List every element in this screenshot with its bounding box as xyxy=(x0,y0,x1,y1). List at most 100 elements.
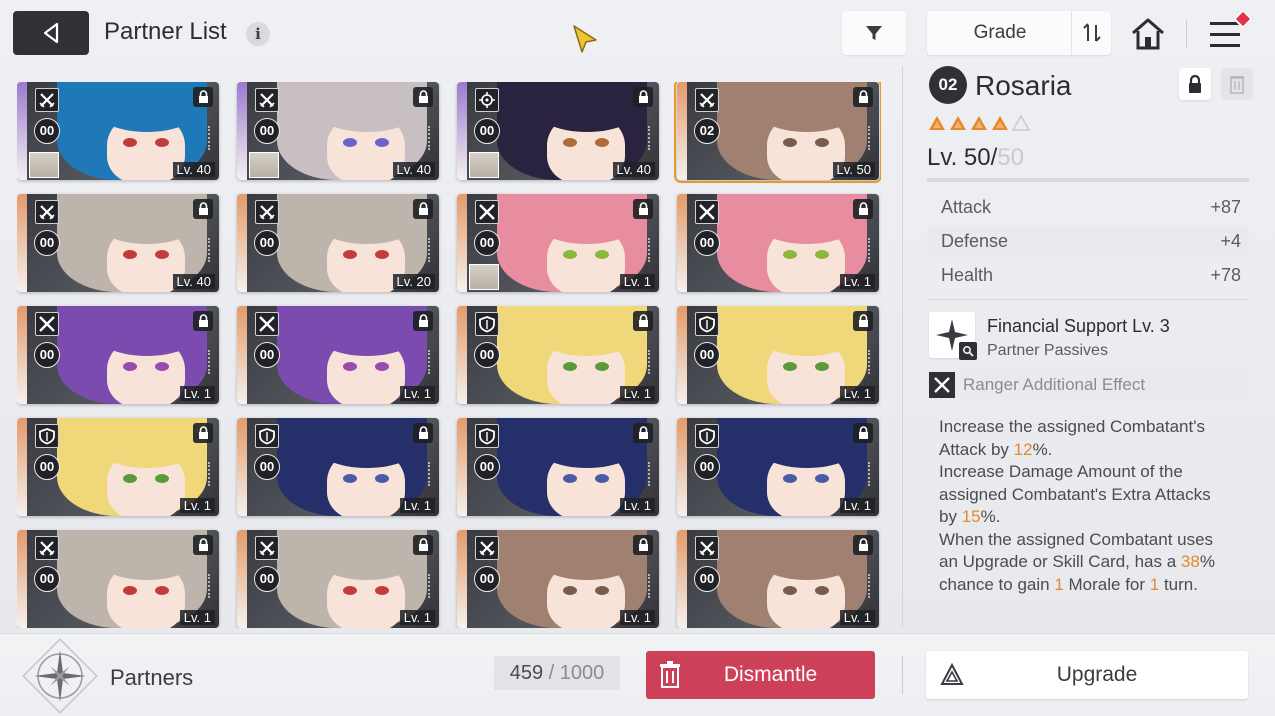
lock-icon[interactable] xyxy=(193,423,213,443)
menu-button[interactable] xyxy=(1206,9,1256,54)
lock-icon[interactable] xyxy=(633,535,653,555)
level-max: 50 xyxy=(997,144,1024,171)
level-label: Lv. 1 xyxy=(619,274,655,289)
effect-label: Ranger Additional Effect xyxy=(963,375,1146,394)
trash-icon xyxy=(1230,76,1244,94)
back-button[interactable] xyxy=(13,11,89,55)
dismantle-button[interactable]: Dismantle xyxy=(646,651,875,699)
lock-icon[interactable] xyxy=(633,199,653,219)
level-label: Lv. 40 xyxy=(172,162,215,177)
sort-button[interactable]: Grade xyxy=(927,11,1111,55)
partner-card[interactable]: 02 Lv. 50 xyxy=(674,82,881,183)
level-divider xyxy=(927,178,1249,182)
partner-card[interactable]: 00 Lv. 1 xyxy=(677,194,879,292)
lock-icon[interactable] xyxy=(193,87,213,107)
lock-icon[interactable] xyxy=(853,423,873,443)
lock-icon[interactable] xyxy=(633,87,653,107)
stats-divider xyxy=(927,299,1249,300)
partner-card[interactable]: 00 Lv. 1 xyxy=(17,418,219,516)
class-icon xyxy=(255,200,279,224)
home-icon xyxy=(1132,18,1164,50)
equipped-combatant-avatar xyxy=(469,264,499,290)
partner-card[interactable]: 00 Lv. 1 xyxy=(457,306,659,404)
level-label: Lv. 1 xyxy=(179,498,215,513)
partner-card[interactable]: 00 Lv. 1 xyxy=(237,418,439,516)
partner-card[interactable]: 00 Lv. 40 xyxy=(237,82,439,180)
star-filled-icon xyxy=(950,116,966,130)
level-current: Lv. 50/ xyxy=(927,144,998,171)
stat-row-attack: Attack +87 xyxy=(927,192,1249,222)
highlight-value: 1 xyxy=(1054,574,1064,594)
class-icon xyxy=(255,424,279,448)
lock-icon[interactable] xyxy=(413,311,433,331)
lock-icon[interactable] xyxy=(413,199,433,219)
level-label: Lv. 1 xyxy=(839,386,875,401)
desc-line: Increase the assigned Combatant's xyxy=(939,417,1205,436)
partner-card[interactable]: 00 Lv. 1 xyxy=(677,530,879,628)
level-label: Lv. 40 xyxy=(392,162,435,177)
partner-card[interactable]: 00 Lv. 1 xyxy=(457,530,659,628)
partner-card[interactable]: 00 Lv. 40 xyxy=(17,82,219,180)
partner-card[interactable]: 00 Lv. 1 xyxy=(457,194,659,292)
level-label: Lv. 1 xyxy=(399,498,435,513)
partner-card[interactable]: 00 Lv. 1 xyxy=(17,306,219,404)
partner-card[interactable]: 00 Lv. 1 xyxy=(237,530,439,628)
skill-zoom-icon[interactable] xyxy=(959,342,977,360)
level-label: Lv. 20 xyxy=(392,274,435,289)
enhance-badge: 00 xyxy=(694,342,720,368)
partner-card[interactable]: 00 Lv. 1 xyxy=(677,418,879,516)
lock-icon[interactable] xyxy=(633,311,653,331)
upgrade-button[interactable]: Upgrade xyxy=(926,651,1248,699)
info-icon[interactable]: i xyxy=(246,22,270,46)
skill-description: Increase the assigned Combatant's Attack… xyxy=(939,416,1251,596)
level-label: Lv. 1 xyxy=(619,386,655,401)
class-icon xyxy=(475,536,499,560)
equipped-combatant-avatar xyxy=(29,152,59,178)
partner-card[interactable]: 00 Lv. 1 xyxy=(237,306,439,404)
lock-icon[interactable] xyxy=(633,423,653,443)
star-filled-icon xyxy=(971,116,987,130)
stat-value: +78 xyxy=(1210,265,1241,285)
stat-value: +87 xyxy=(1210,197,1241,217)
highlight-value: 1 xyxy=(1149,574,1160,594)
lock-icon[interactable] xyxy=(413,535,433,555)
partner-card[interactable]: 00 Lv. 1 xyxy=(457,418,659,516)
lock-icon xyxy=(1189,74,1201,93)
partner-card[interactable]: 00 Lv. 40 xyxy=(457,82,659,180)
lock-icon[interactable] xyxy=(193,311,213,331)
lock-icon[interactable] xyxy=(193,199,213,219)
enhance-badge: 00 xyxy=(254,342,280,368)
lock-icon[interactable] xyxy=(413,87,433,107)
lock-button[interactable] xyxy=(1179,68,1211,100)
home-button[interactable] xyxy=(1128,14,1168,54)
lock-icon[interactable] xyxy=(193,535,213,555)
partner-card[interactable]: 00 Lv. 20 xyxy=(237,194,439,292)
desc-line: Increase Damage Amount of the xyxy=(939,462,1183,481)
stat-label: Defense xyxy=(941,231,1009,251)
enhance-badge: 00 xyxy=(34,118,60,144)
highlight-value: 15 xyxy=(961,507,981,526)
equipped-combatant-avatar xyxy=(469,152,499,178)
lock-icon[interactable] xyxy=(853,535,873,555)
skill-type: Partner Passives xyxy=(987,342,1108,359)
enhance-badge: 00 xyxy=(34,566,60,592)
partner-card[interactable]: 00 Lv. 40 xyxy=(17,194,219,292)
lock-icon[interactable] xyxy=(853,199,873,219)
enhance-badge: 00 xyxy=(34,230,60,256)
lock-icon[interactable] xyxy=(853,87,873,107)
stat-row-defense: Defense +4 xyxy=(927,226,1249,256)
sort-direction-icon[interactable] xyxy=(1071,11,1111,55)
class-icon xyxy=(475,88,499,112)
back-arrow-icon xyxy=(43,22,59,44)
lock-icon[interactable] xyxy=(853,311,873,331)
partner-grid[interactable]: 00 Lv. 40 00 Lv. 40 00 Lv. 40 02 Lv. 50 … xyxy=(17,82,881,628)
enhance-badge: 00 xyxy=(254,118,280,144)
delete-button[interactable] xyxy=(1221,68,1253,100)
desc-line: an Upgrade or Skill Card, has a 38% xyxy=(939,552,1215,571)
partner-name: Rosaria xyxy=(975,70,1072,101)
partner-card[interactable]: 00 Lv. 1 xyxy=(677,306,879,404)
filter-button[interactable] xyxy=(842,11,906,55)
partner-card[interactable]: 00 Lv. 1 xyxy=(17,530,219,628)
lock-icon[interactable] xyxy=(413,423,433,443)
level-label: Lv. 1 xyxy=(839,274,875,289)
